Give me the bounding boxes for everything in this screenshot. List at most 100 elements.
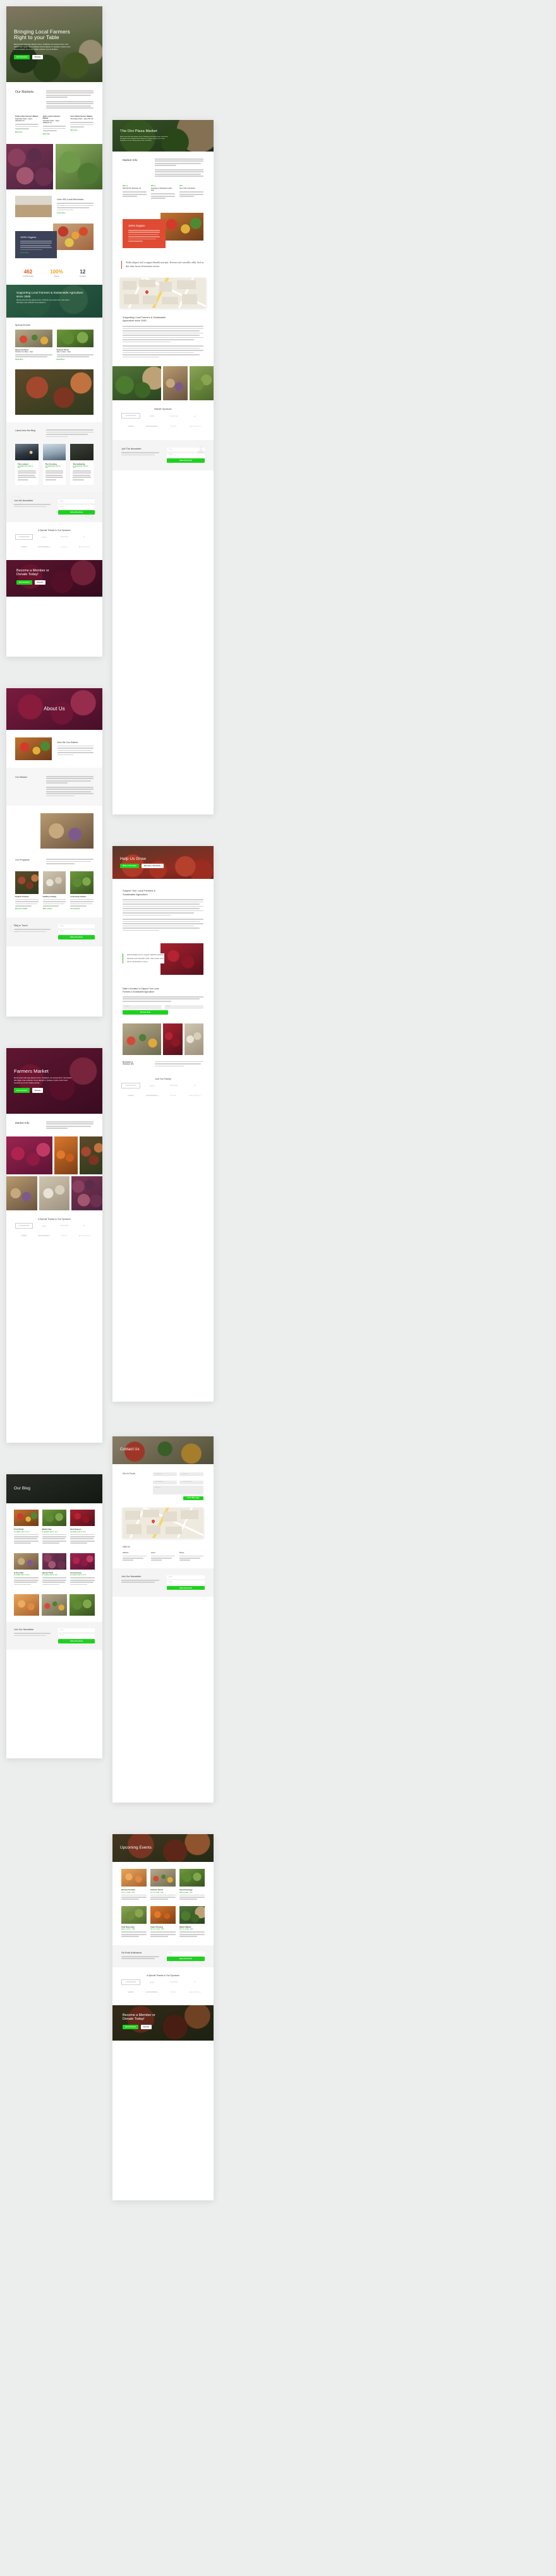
about-submit-button[interactable]: Subscribe Now (58, 935, 95, 939)
blog-card[interactable]: Harvest Time BY ADMIN | SEP 23, 2017 (42, 1553, 67, 1590)
program-card[interactable]: Community Garden Get Involved Irure et v… (70, 871, 94, 910)
blog-card[interactable]: In the Field BY ADMIN | SEP 23, 2017 (14, 1553, 39, 1590)
program-card-link[interactable]: Take a Class (43, 908, 66, 910)
email-address-input[interactable]: Email Address (153, 1480, 178, 1484)
about-mission-section: Our Mission Ut enim ad minim veniam, qui… (6, 768, 102, 806)
sponsor-logo-wire: wire (149, 414, 155, 418)
plaza-newsletter-section: Join The Newsletter Name Email Subscribe… (112, 440, 214, 470)
contact-map[interactable] (123, 1508, 203, 1538)
market-card[interactable]: Kripton Star Farmers Market Saturdays 10… (15, 116, 39, 135)
contact-submit-button[interactable]: Subscribe Now (167, 1585, 205, 1590)
blog-card[interactable]: Good Greens BY ADMIN | SEP 23, 2017 (70, 1553, 95, 1590)
donation-amount-input[interactable]: Amount (123, 1005, 162, 1009)
notify-email-input[interactable]: Email (167, 1951, 205, 1955)
event-card[interactable]: Harvest Festival OCT 12 | 10AM – 4PM (121, 1869, 147, 1901)
market-card-link[interactable]: More Info (15, 131, 39, 133)
plaza-map[interactable] (120, 277, 206, 308)
cta-donate-button[interactable]: Donate (34, 580, 46, 585)
event-card[interactable]: Harvest Festival October 12 | 10am – 4pm… (15, 330, 52, 361)
gallery-image (71, 1176, 102, 1210)
plaza-submit-button[interactable]: Subscribe Now (167, 458, 205, 463)
page-farmers-market[interactable]: Farmers Market Mauris porta nulla vitae … (6, 1048, 102, 1443)
page-upcoming-events[interactable]: Upcoming Events Harvest Festival OCT 12 … (112, 1834, 214, 2200)
program-card-link[interactable]: Get Involved (70, 908, 94, 910)
event-card-link[interactable]: Read More (15, 359, 52, 361)
visit-column: Address 1021 Divi St. Alameda, CA 94501 (123, 1552, 147, 1562)
market-card-link[interactable]: More Info (43, 133, 66, 135)
plaza-organic-image (160, 212, 203, 241)
blog-card[interactable]: The Lookout BY ADMIN/ONE | SEP 23, 2017 (15, 443, 39, 486)
blog-card[interactable]: Root Season BY ADMIN | SEP 23, 2017 (70, 1510, 95, 1548)
newsletter-email-input[interactable]: Email (58, 504, 95, 509)
send-message-button[interactable]: Send Message (183, 1496, 203, 1500)
notify-submit-button[interactable]: Subscribe Now (167, 1957, 205, 1961)
message-textarea[interactable]: Message (153, 1486, 203, 1494)
blog-card-meta: BY ADMIN | SEP 23, 2017 (14, 1531, 30, 1533)
blog-grid-section: Fresh Picks BY ADMIN | SEP 23, 2017 Mark… (6, 1503, 102, 1622)
blog-card[interactable]: The Gathering BY ADMIN/ONE | SEP 23, 201… (70, 443, 94, 486)
grow-sponsors-section: Join Our Family LOUDHOUSE wire INNER o↑ … (112, 1071, 214, 1110)
donate-now-button[interactable]: Donate Now (123, 1010, 168, 1015)
market-card-link[interactable]: More Info (70, 129, 94, 131)
first-name-input[interactable]: First Name (153, 1472, 178, 1476)
hero-paragraph: Mauris porta nulla vitae aliquam luctus.… (14, 44, 71, 51)
donation-email-input[interactable]: Email (164, 1005, 203, 1009)
blog-name-input[interactable]: Name (58, 1628, 95, 1633)
event-card[interactable]: Seed Exchange MAR 18 | 9AM – 1PM (179, 1869, 205, 1901)
info-title: Over 150 Local Sellers (179, 188, 196, 190)
latest-blog-section: Latest from the Blog Lorem ipsum dolor s… (6, 422, 102, 492)
page-blog[interactable]: Our Blog Fresh Picks BY ADMIN | SEP 23, … (6, 1474, 102, 1758)
about-email-input[interactable]: Email (58, 929, 95, 934)
about-story-image (15, 737, 52, 760)
sponsor-logo-wire: wire (149, 1980, 155, 1984)
blog-submit-button[interactable]: Subscribe Now (58, 1639, 95, 1643)
make-a-donation-button[interactable]: Make a Donation (120, 864, 140, 869)
event-card[interactable]: Chef Demo Day MAY 22 | 12PM – 3PM (121, 1905, 147, 1938)
program-card-link[interactable]: Become a Seller (15, 908, 39, 910)
contact-email-input[interactable]: Email (167, 1580, 205, 1585)
blog-card[interactable]: Fresh Picks BY ADMIN | SEP 23, 2017 (14, 1510, 39, 1548)
event-card-meta: OCT 12 | 10AM – 4PM (121, 1892, 135, 1893)
cta-get-involved-button[interactable]: Get Involved (16, 580, 32, 585)
organic-link[interactable]: Learn More (20, 252, 52, 254)
plaza-organic-section: 100% Organic Curabitur tortor lorem, lac… (112, 204, 214, 254)
event-card[interactable]: Winter Market DEC 15 | 10AM – 4PM (179, 1905, 205, 1938)
event-card[interactable]: Summer Picnic July 4 | 11am – 5pm Read M… (56, 330, 94, 361)
blog-bottom-gallery (14, 1594, 95, 1616)
market-card-title: Ferry Plaza Farmers Market (70, 115, 93, 117)
sponsor-logo-inner: INNER (60, 535, 69, 539)
blog-card[interactable]: Market Day BY ADMIN | SEP 23, 2017 (42, 1510, 67, 1548)
page-divi-plaza-market[interactable]: The Divi Plaza Market Mauris porta nulla… (112, 120, 214, 814)
interest-select[interactable]: I am interested in (179, 1480, 203, 1484)
page-contact[interactable]: Contact Us Get In Touch First Name Last … (112, 1436, 214, 1803)
blog-card[interactable]: The Crossing BY ADMIN/ONE | SEP 23, 2017 (42, 443, 66, 486)
page-help-us-grow[interactable]: Help Us Grow Make a Donation Become a Vo… (112, 846, 214, 1402)
blog-email-input[interactable]: Email (58, 1633, 95, 1638)
event-card[interactable]: Cider Pressing NOV 02 | 10AM – 2PM (150, 1905, 176, 1938)
about-name-input[interactable]: Name (58, 924, 95, 929)
plaza-email-input[interactable]: Email (167, 453, 205, 457)
events-hero-title: Upcoming Events (120, 1846, 152, 1851)
market-card[interactable]: Ferry Plaza Farmers Market Thursdays 10a… (70, 116, 94, 135)
merchants-link[interactable]: Learn More (57, 212, 94, 214)
contact-name-input[interactable]: Name (167, 1575, 205, 1579)
page-about[interactable]: About Us How We Got Started Ut enim ad m… (6, 688, 102, 1017)
get-involved-button[interactable]: Get Involved (14, 55, 30, 60)
last-name-input[interactable]: Last Name (179, 1472, 203, 1476)
program-card[interactable]: Organic Produce Become a Seller Irure et… (15, 871, 39, 910)
gallery-image (79, 1136, 102, 1174)
donate-button[interactable]: Donate (32, 55, 44, 60)
page-home[interactable]: Bringing Local Farmers Right to your Tab… (6, 6, 102, 657)
newsletter-name-input[interactable]: Name (58, 499, 95, 504)
event-card[interactable]: Summer Picnic JUL 04 | 11AM – 5PM (150, 1869, 176, 1901)
events-cta-heading: Become a Member or Donate Today! (123, 2013, 155, 2022)
events-get-involved-button[interactable]: Get Involved (123, 2024, 138, 2030)
program-card[interactable]: Healthy Cooking Take a Class Irure et vo… (42, 871, 66, 910)
sponsor-logo-red-wave: Red Wave (190, 1094, 201, 1097)
fm-get-involved-button[interactable]: Get Involved (14, 1088, 30, 1093)
market-card[interactable]: Jack London Farmers Market Tuesdays 10am… (42, 116, 66, 135)
event-card-link[interactable]: Read More (57, 359, 94, 361)
events-donate-button[interactable]: Donate (140, 2024, 152, 2030)
become-a-volunteer-button[interactable]: Become a Volunteer (142, 864, 164, 869)
fm-donate-button[interactable]: Donate (32, 1088, 44, 1093)
